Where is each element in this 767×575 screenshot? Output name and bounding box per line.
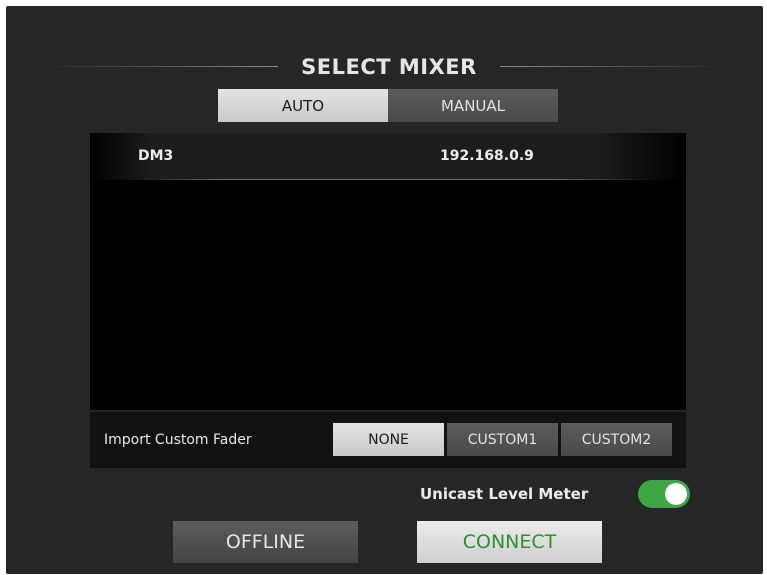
- mixer-list-item[interactable]: DM3 192.168.0.9: [90, 133, 686, 180]
- connect-button[interactable]: CONNECT: [417, 521, 602, 563]
- tab-manual[interactable]: MANUAL: [388, 89, 558, 122]
- title-divider-left: [42, 66, 278, 67]
- unicast-level-meter-toggle[interactable]: [638, 480, 690, 508]
- title-row: SELECT MIXER: [6, 50, 763, 84]
- offline-button[interactable]: OFFLINE: [173, 521, 358, 563]
- dialog-title: SELECT MIXER: [301, 55, 477, 79]
- row-divider: [114, 179, 662, 180]
- mode-selector: AUTO MANUAL: [218, 89, 558, 122]
- custom-fader-selector: NONE CUSTOM1 CUSTOM2: [333, 423, 672, 456]
- select-mixer-dialog: SELECT MIXER AUTO MANUAL DM3 192.168.0.9…: [6, 6, 763, 574]
- fader-none-button[interactable]: NONE: [333, 423, 444, 456]
- import-custom-fader-row: Import Custom Fader NONE CUSTOM1 CUSTOM2: [90, 412, 686, 468]
- toggle-knob: [665, 483, 687, 505]
- mixer-list: DM3 192.168.0.9: [90, 133, 686, 410]
- tab-auto[interactable]: AUTO: [218, 89, 388, 122]
- fader-custom2-button[interactable]: CUSTOM2: [561, 423, 672, 456]
- mixer-ip-address: 192.168.0.9: [440, 148, 534, 164]
- import-custom-fader-label: Import Custom Fader: [104, 432, 252, 448]
- unicast-level-meter-label: Unicast Level Meter: [420, 485, 589, 503]
- title-divider-right: [500, 66, 728, 67]
- mixer-name: DM3: [138, 148, 174, 164]
- fader-custom1-button[interactable]: CUSTOM1: [447, 423, 558, 456]
